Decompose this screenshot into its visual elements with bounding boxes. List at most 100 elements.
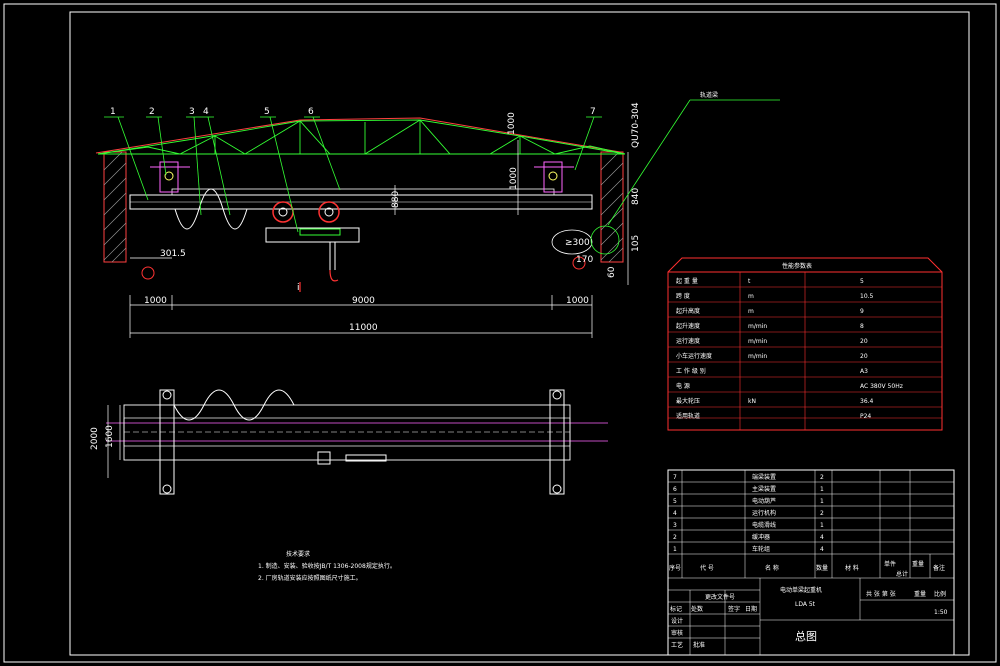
- bom-cell-3-0: 4: [673, 510, 677, 517]
- plan-right-end-truck: [549, 389, 565, 495]
- girder-top: [171, 188, 555, 196]
- dim-v1: 1000: [509, 167, 519, 190]
- electric-hoist: [265, 201, 360, 292]
- bom-header-7: 备注: [933, 564, 945, 572]
- bom-cell-4-0: 3: [673, 522, 677, 529]
- param-cell-0-2: 5: [860, 278, 864, 285]
- tb-mark-3: 签字: [728, 605, 740, 613]
- bom-cell-5-1: 缓冲器: [752, 533, 770, 541]
- dim-clearance: ≥300: [565, 238, 590, 248]
- bom-cell-6-1: 车轮组: [752, 545, 770, 553]
- bom-cell-6-2: 4: [820, 546, 824, 553]
- param-cell-1-2: 10.5: [860, 293, 874, 300]
- param-cell-4-2: 20: [860, 338, 868, 345]
- bom-table: 7 端梁装置 2 6 主梁装置 1 5 电动葫芦 1 4 运行机构 2 3 电缆滑线 1 2 缓冲器 4 1 车轮组 4…: [667, 469, 955, 656]
- bom-cell-1-0: 6: [673, 486, 677, 493]
- bom-cell-4-1: 电缆滑线: [752, 521, 776, 529]
- dim-span-left: 1000: [144, 296, 167, 306]
- bom-cell-3-2: 2: [820, 510, 824, 517]
- tb-model: LDA 5t: [795, 601, 816, 608]
- bom-cell-1-2: 1: [820, 486, 824, 493]
- tb-role-1: 审核: [671, 629, 683, 637]
- cad-drawing: 1000 9000 1000 11000 301.5 ≥300 170 880 …: [3, 3, 997, 663]
- dim-plan-w1: 2000: [90, 427, 100, 450]
- dim-offset-left: 301.5: [160, 249, 186, 259]
- dim-span-total: 11000: [349, 323, 378, 333]
- tb-mark-4: 日期: [745, 605, 757, 613]
- callout-note: 轨道梁: [700, 91, 718, 99]
- left-column: [103, 151, 127, 263]
- param-cell-9-2: P24: [860, 413, 871, 420]
- notes-title: 技术要求: [286, 550, 310, 558]
- dim-v4: 1000: [507, 112, 517, 135]
- bom-cell-0-1: 端梁装置: [752, 473, 776, 481]
- param-cell-8-0: 最大轮压: [676, 397, 700, 405]
- notes-item-2: 2. 厂房轨道安装应按照图纸尺寸施工。: [258, 574, 362, 582]
- param-cell-2-2: 9: [860, 308, 864, 315]
- bom-subheader-weight: 重量: [912, 560, 924, 568]
- bom-cell-0-0: 7: [673, 474, 677, 481]
- part-label-3: 3: [189, 107, 195, 117]
- tb-mark-1: 处数: [691, 605, 703, 613]
- param-cell-0-1: t: [748, 278, 751, 285]
- bom-header-2: 名 称: [765, 564, 779, 572]
- param-cell-7-0: 电 源: [676, 382, 690, 390]
- tb-name: 电动单梁起重机: [780, 586, 822, 594]
- param-cell-8-1: kN: [748, 398, 756, 405]
- bom-cell-5-0: 2: [673, 534, 677, 541]
- notes-item-1: 1. 制造、安装、验收按JB/T 1306-2008规定执行。: [258, 562, 396, 570]
- bom-cell-4-2: 1: [820, 522, 824, 529]
- param-cell-4-0: 运行速度: [676, 337, 700, 345]
- part-label-6: 6: [308, 107, 314, 117]
- param-cell-5-2: 20: [860, 353, 868, 360]
- param-cell-5-1: m/min: [748, 353, 767, 360]
- param-cell-3-2: 8: [860, 323, 864, 330]
- tb-drawing-title: 总图: [795, 629, 817, 643]
- dim-span-mid: 9000: [352, 296, 375, 306]
- bom-cell-2-0: 5: [673, 498, 677, 505]
- tb-role-2: 工艺: [671, 641, 683, 649]
- roof-line: [95, 117, 621, 154]
- dim-span-right: 1000: [566, 296, 589, 306]
- tb-scale: 1:50: [934, 609, 948, 616]
- tb-scale-label: 比例: [934, 590, 946, 598]
- param-cell-5-0: 小车运行速度: [676, 352, 712, 360]
- bom-cell-2-2: 1: [820, 498, 824, 505]
- param-cell-1-1: m: [748, 293, 754, 300]
- param-table-title: 性能参数表: [782, 262, 812, 270]
- tb-role-3: 批准: [693, 641, 705, 649]
- bom-cell-1-1: 主梁装置: [752, 485, 776, 493]
- part-label-4: 4: [203, 107, 209, 117]
- tb-mark-2: 更改文件号: [705, 593, 735, 601]
- bom-header-6: 总计: [896, 570, 908, 578]
- param-cell-8-2: 36.4: [860, 398, 874, 405]
- bom-header-1: 代 号: [700, 564, 714, 572]
- param-table: 性能参数表 起 重 量 t 5 跨 度 m 10.5 起升高度 m 9 起升速度 m/min 8 运行速…: [667, 257, 943, 431]
- bom-cell-0-2: 2: [820, 474, 824, 481]
- dim-plan-w2: 1600: [105, 425, 115, 448]
- part-label-2: 2: [149, 107, 155, 117]
- technical-notes: 技术要求 1. 制造、安装、验收按JB/T 1306-2008规定执行。 2. …: [258, 550, 396, 582]
- param-cell-3-0: 起升速度: [676, 322, 700, 330]
- param-cell-3-1: m/min: [748, 323, 767, 330]
- tb-role-0: 设计: [671, 617, 683, 625]
- plan-view: 2000 1600: [90, 389, 608, 495]
- part-label-5: 5: [264, 107, 270, 117]
- tb-mark-0: 标记: [670, 605, 682, 613]
- bom-header-5: 单件: [884, 560, 896, 568]
- param-cell-7-2: AC 380V 50Hz: [860, 383, 903, 390]
- bom-cell-5-2: 4: [820, 534, 824, 541]
- param-cell-0-0: 起 重 量: [676, 277, 698, 285]
- tb-sheet: 共 张 第 张: [866, 590, 896, 598]
- bom-header-0: 序号: [669, 564, 681, 572]
- bom-cell-6-0: 1: [673, 546, 677, 553]
- part-label-7: 7: [590, 107, 596, 117]
- bom-header-3: 数量: [816, 564, 828, 572]
- bom-cell-3-1: 运行机构: [752, 509, 776, 517]
- part-label-1: 1: [110, 107, 116, 117]
- param-cell-2-0: 起升高度: [676, 307, 700, 315]
- param-cell-9-0: 适用轨道: [676, 412, 700, 420]
- dim-offset-right: 170: [576, 255, 593, 265]
- param-cell-6-2: A3: [860, 368, 868, 375]
- param-cell-1-0: 跨 度: [676, 292, 690, 300]
